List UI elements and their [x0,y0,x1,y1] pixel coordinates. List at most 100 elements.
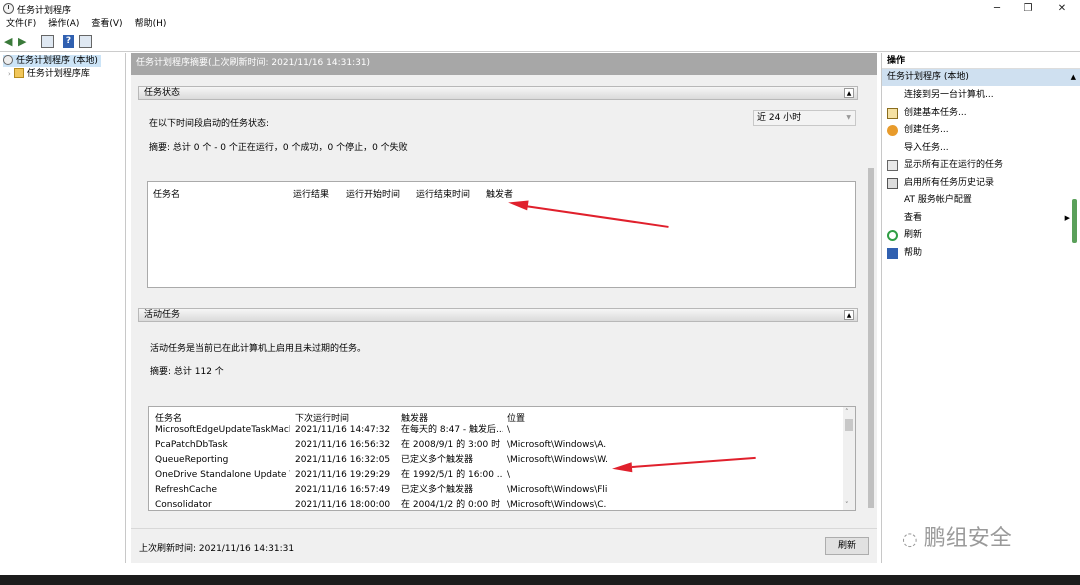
task-status-title: 任务状态 [144,88,181,98]
title-bar: 任务计划程序 ─ ❐ ✕ [0,0,1080,17]
chevron-down-icon[interactable]: ˅ [845,501,849,509]
column-header[interactable]: 运行结果 [293,187,329,200]
help-icon[interactable]: ? [63,35,74,48]
action-pane-icon[interactable] [79,35,92,48]
task-status-table[interactable]: 任务名 运行结果 运行开始时间 运行结束时间 触发者 [147,181,856,288]
maximize-button[interactable]: ❐ [1011,0,1045,17]
task-status-section-header[interactable]: 任务状态 ▲ [138,86,858,100]
help-icon [887,247,898,259]
tree-item-root[interactable]: 任务计划程序 (本地) [3,55,101,67]
action-item[interactable]: 启用所有任务历史记录 [882,175,1072,192]
menu-view[interactable]: 查看(V) [85,17,128,32]
action-label: 导入任务... [904,142,949,153]
action-item[interactable]: 查看 ▶ [882,210,1072,227]
action-item[interactable]: 刷新 [882,227,1072,244]
action-label: 刷新 [904,230,923,240]
wizard-icon [887,107,898,119]
action-item[interactable]: 显示所有正在运行的任务 [882,157,1072,174]
table-cell: \ [507,425,511,435]
table-cell: OneDrive Standalone Update Tas... [155,470,290,480]
scrollbar-thumb[interactable] [1072,199,1077,243]
minimize-button[interactable]: ─ [980,0,1014,17]
table-row[interactable]: MicrosoftEdgeUpdateTaskMachin... 2021/11/… [149,423,839,438]
column-header[interactable]: 运行结束时间 [416,187,470,200]
watermark: ◌ 鹏组安全 [902,520,1012,552]
table-cell: 已定义多个触发器 [401,485,474,495]
wechat-icon: ◌ [902,529,918,550]
collapse-icon[interactable]: ▲ [844,310,854,320]
table-cell: 2021/11/16 14:47:32 [295,425,391,435]
table-cell: PcaPatchDbTask [155,440,228,450]
clock-icon [3,55,13,65]
action-item[interactable]: 创建任务... [882,122,1072,139]
scrollbar-thumb[interactable] [845,419,853,431]
table-cell: 2021/11/16 16:56:32 [295,440,391,450]
clock-icon [3,3,14,14]
table-row[interactable]: RefreshCache 2021/11/16 16:57:49 已定义多个触发器 \… [149,483,839,498]
watermark-text: 鹏组安全 [923,526,1012,551]
table-cell: QueueReporting [155,455,229,465]
tree-item-library[interactable]: › 任务计划程序库 [8,68,90,80]
refresh-icon [887,230,898,241]
column-header[interactable]: 任务名 [153,187,180,200]
time-range-select[interactable]: 近 24 小时 ▼ [753,110,856,126]
table-cell: RefreshCache [155,485,217,495]
table-cell: \Microsoft\Windows\Fli... [507,485,607,495]
table-scrollbar[interactable]: ˄ ˅ [843,407,855,510]
time-range-value: 近 24 小时 [757,113,802,123]
action-item[interactable]: AT 服务帐户配置 [882,192,1072,209]
action-label: AT 服务帐户配置 [904,195,972,205]
tree-library-label: 任务计划程序库 [26,69,90,79]
table-cell: 2021/11/16 19:29:29 [295,470,391,480]
table-row[interactable]: QueueReporting 2021/11/16 16:32:05 已定义多个触发… [149,453,839,468]
chevron-right-icon[interactable]: › [8,70,11,78]
column-header[interactable]: 运行开始时间 [346,187,400,200]
task-icon [887,125,898,136]
actions-title: 操作 [882,53,1080,69]
table-cell: \Microsoft\Windows\W... [507,455,607,465]
table-cell: 在每天的 8:47 - 触发后... [401,425,503,435]
menu-bar: 文件(F) 操作(A) 查看(V) 帮助(H) [0,17,1080,32]
table-row[interactable]: Consolidator 2021/11/16 18:00:00 在 2004/1/… [149,498,839,510]
action-label: 查看 [904,212,923,223]
history-icon [887,177,898,189]
menu-file[interactable]: 文件(F) [0,17,42,32]
action-label: 连接到另一台计算机... [904,90,994,100]
summary-header: 任务计划程序摘要(上次刷新时间: 2021/11/16 14:31:31) [131,53,877,75]
list-icon [887,160,898,171]
chevron-up-icon[interactable]: ˄ [845,408,849,416]
active-tasks-description: 活动任务是当前已在此计算机上启用且未过期的任务。 [150,344,367,354]
action-item[interactable]: 创建基本任务... [882,105,1072,122]
table-cell: 在 1992/5/1 的 16:00 ... [401,470,503,480]
actions-subtitle: 任务计划程序 (本地) [887,72,969,82]
collapse-icon[interactable]: ▲ [844,88,854,98]
console-tree-icon[interactable] [41,35,54,48]
table-row[interactable]: OneDrive Standalone Update Tas... 2021/11… [149,468,839,483]
window-title: 任务计划程序 [17,6,72,16]
action-item[interactable]: 导入任务... [882,140,1072,157]
collapse-icon[interactable]: ▲ [1071,69,1076,86]
active-tasks-summary: 摘要: 总计 112 个 [150,367,224,377]
active-tasks-section-header[interactable]: 活动任务 ▲ [138,308,858,322]
scrollbar-thumb[interactable] [868,168,874,508]
forward-icon[interactable]: ▶ [18,35,27,48]
action-item[interactable]: 帮助 [882,245,1072,262]
status-bar: 上次刷新时间: 2021/11/16 14:31:31 刷新 [131,528,877,563]
menu-action[interactable]: 操作(A) [42,17,85,32]
table-cell: \ [507,470,511,480]
table-cell: 2021/11/16 16:32:05 [295,455,391,465]
refresh-button[interactable]: 刷新 [825,537,869,555]
taskbar [0,575,1080,585]
table-row[interactable]: PcaPatchDbTask 2021/11/16 16:56:32 在 2008/… [149,438,839,453]
back-icon[interactable]: ◀ [4,35,13,48]
actions-subheader[interactable]: 任务计划程序 (本地) ▲ [882,69,1080,86]
active-tasks-title: 活动任务 [144,310,181,320]
action-item[interactable]: 连接到另一台计算机... [882,87,1072,104]
table-cell: Consolidator [155,500,212,510]
menu-help[interactable]: 帮助(H) [129,17,173,32]
action-label: 创建基本任务... [904,107,967,118]
pane-scrollbar[interactable] [866,128,876,528]
close-button[interactable]: ✕ [1045,0,1079,17]
console-tree: 任务计划程序 (本地) › 任务计划程序库 [0,53,126,563]
status-prompt: 在以下时间段启动的任务状态: [149,119,270,129]
